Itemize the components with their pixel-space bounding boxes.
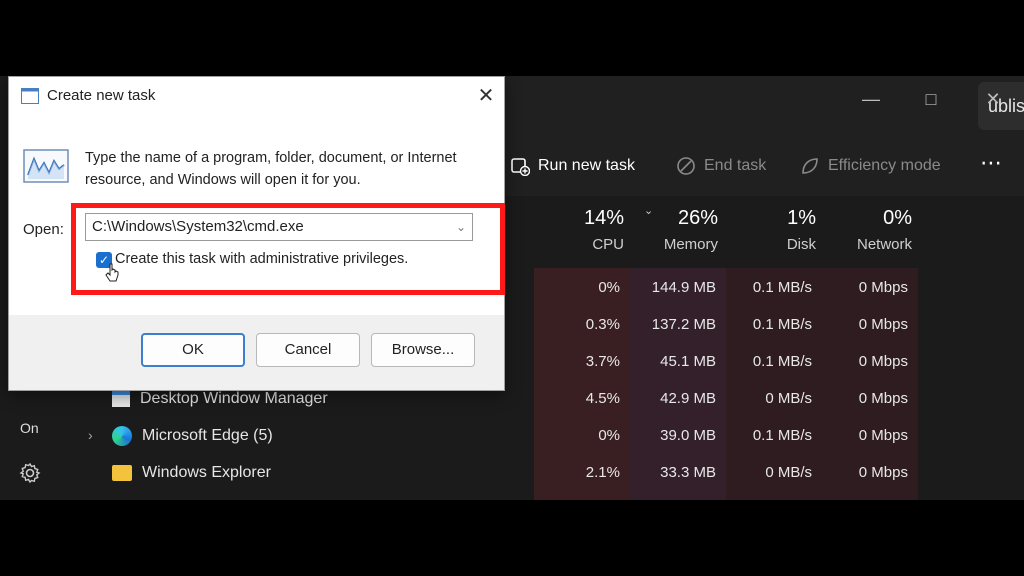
memory-cell: 33.3 MB xyxy=(660,464,716,481)
cpu-label: CPU xyxy=(592,236,624,253)
task-manager-toolbar: Run new task End task Efficiency mode ⋯ xyxy=(480,136,1024,196)
cpu-cell: 4.5% xyxy=(585,390,620,407)
network-total: 0% xyxy=(883,207,912,229)
cancel-button[interactable]: Cancel xyxy=(256,333,360,367)
dialog-close-icon[interactable]: ✕ xyxy=(473,83,499,109)
network-cell: 0 Mbps xyxy=(858,464,908,481)
sort-chevron-icon: ⌄ xyxy=(644,205,654,217)
network-cell: 0 Mbps xyxy=(858,390,908,407)
efficiency-mode-label: Efficiency mode xyxy=(828,157,941,174)
memory-cell: 42.9 MB xyxy=(660,390,716,407)
disk-cell: 0 MB/s xyxy=(765,464,812,481)
memory-cell: 144.9 MB xyxy=(651,279,716,296)
disk-cell: 0.1 MB/s xyxy=(752,353,812,370)
memory-label: Memory xyxy=(663,236,718,253)
expand-chevron-icon[interactable]: › xyxy=(88,417,102,454)
disk-cell: 0.1 MB/s xyxy=(752,427,812,444)
process-label: Windows Explorer xyxy=(142,464,271,481)
cpu-total: 14% xyxy=(583,207,624,229)
disk-cell: 0 MB/s xyxy=(765,390,812,407)
network-cell: 0 Mbps xyxy=(858,353,908,370)
more-options-icon[interactable]: ⋯ xyxy=(980,150,1002,176)
settings-gear-icon[interactable] xyxy=(18,461,42,485)
minimize-icon[interactable]: — xyxy=(856,84,886,114)
cpu-cell: 0% xyxy=(598,427,620,444)
folder-icon xyxy=(112,464,132,481)
end-task-label: End task xyxy=(704,157,767,174)
dialog-description: Type the name of a program, folder, docu… xyxy=(85,150,457,188)
memory-cell: 45.1 MB xyxy=(660,353,716,370)
end-task-button[interactable]: End task xyxy=(676,156,766,176)
end-task-icon xyxy=(676,156,696,176)
maximize-icon[interactable]: □ xyxy=(916,84,946,114)
leaf-icon xyxy=(800,156,820,176)
cpu-cell: 2.1% xyxy=(585,464,620,481)
edge-icon xyxy=(112,425,132,446)
process-name: › Microsoft Edge (5) xyxy=(88,417,273,454)
task-manager-titlebar: ublisher, or PID to se... — □ ✕ xyxy=(480,76,1024,136)
network-column-header[interactable]: 0% Network xyxy=(828,204,912,268)
network-label: Network xyxy=(856,236,912,253)
run-program-icon xyxy=(23,149,69,183)
disk-column-header[interactable]: 1% Disk xyxy=(730,204,816,268)
run-new-task-button[interactable]: Run new task xyxy=(510,156,635,176)
browse-button[interactable]: Browse... xyxy=(371,333,475,367)
process-name: Windows Explorer xyxy=(112,454,271,491)
dialog-title: Create new task xyxy=(47,87,156,104)
network-cell: 0 Mbps xyxy=(858,427,908,444)
memory-cell: 137.2 MB xyxy=(651,316,716,333)
create-new-task-dialog: Create new task ✕ Type the name of a pro… xyxy=(8,76,505,391)
process-label: Microsoft Edge (5) xyxy=(142,427,273,444)
cpu-cell: 3.7% xyxy=(585,353,620,370)
memory-cell: 39.0 MB xyxy=(660,427,716,444)
close-icon[interactable]: ✕ xyxy=(978,84,1008,114)
run-new-task-icon xyxy=(510,156,530,176)
open-label: Open: xyxy=(23,221,64,238)
disk-cell: 0.1 MB/s xyxy=(752,279,812,296)
dialog-titlebar: Create new task ✕ xyxy=(9,77,504,115)
cpu-column-header[interactable]: 14% CPU xyxy=(548,204,624,268)
disk-label: Disk xyxy=(786,236,816,253)
sidebar-partial-label: On xyxy=(20,420,39,436)
network-cell: 0 Mbps xyxy=(858,279,908,296)
run-window-icon xyxy=(21,88,39,104)
run-new-task-label: Run new task xyxy=(538,157,635,174)
ok-button[interactable]: OK xyxy=(141,333,245,367)
cpu-cell: 0.3% xyxy=(585,316,620,333)
red-highlight-box xyxy=(71,203,505,295)
desktop-window-manager-icon xyxy=(112,390,130,407)
network-cell: 0 Mbps xyxy=(858,316,908,333)
cpu-cell: 0% xyxy=(598,279,620,296)
disk-total: 1% xyxy=(787,207,816,229)
disk-cell: 0.1 MB/s xyxy=(752,316,812,333)
screen: ublisher, or PID to se... — □ ✕ Run new … xyxy=(0,0,1024,576)
efficiency-mode-button[interactable]: Efficiency mode xyxy=(800,156,941,176)
